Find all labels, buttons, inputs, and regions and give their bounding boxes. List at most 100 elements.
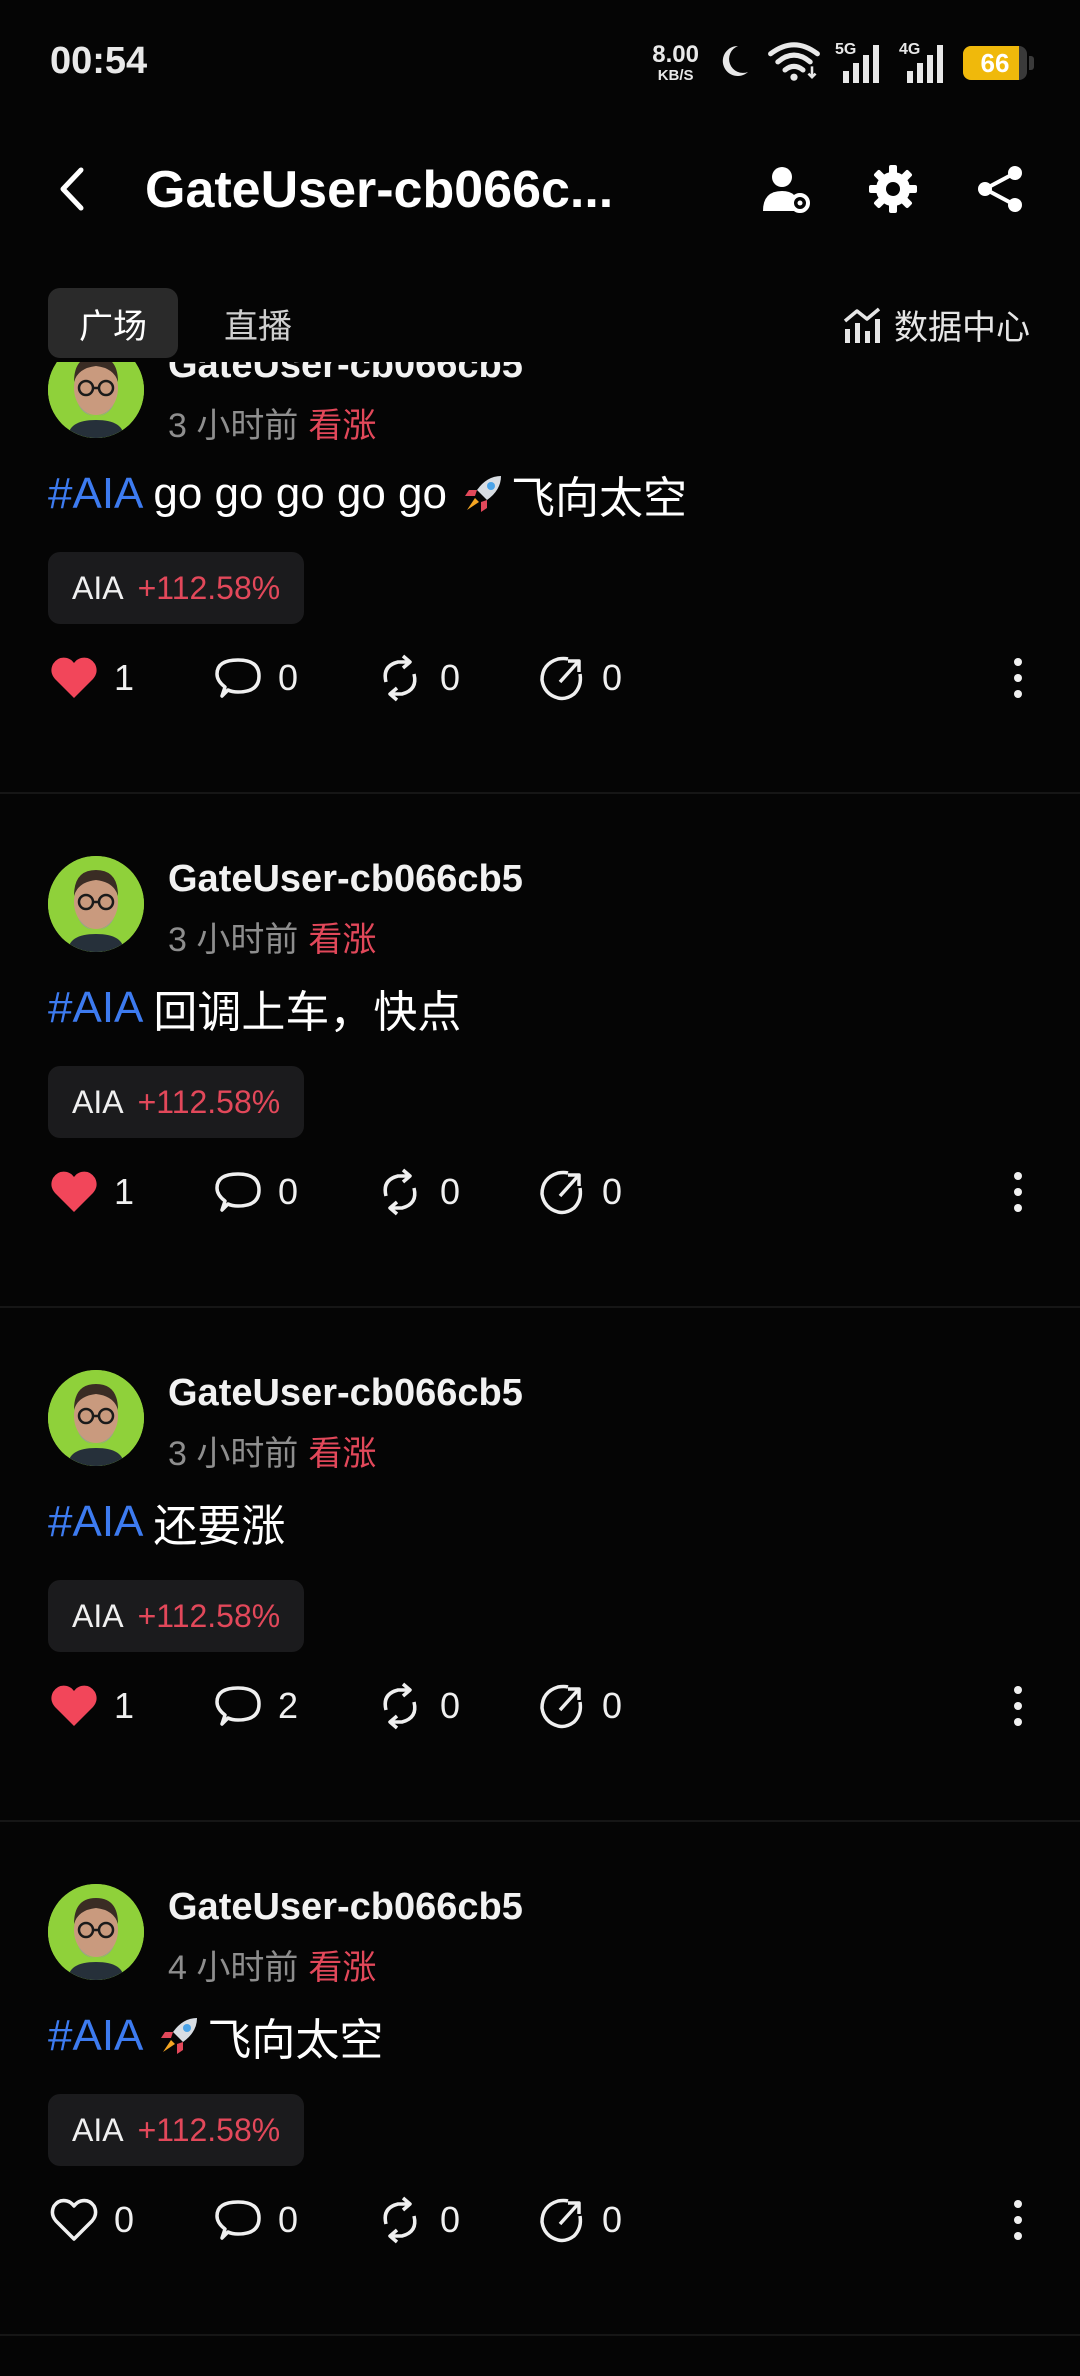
post-username[interactable]: GateUser-cb066cb5 — [168, 858, 523, 901]
repost-button[interactable]: 0 — [374, 2190, 460, 2250]
tab-square[interactable]: 广场 — [48, 288, 178, 358]
wifi-icon — [767, 39, 821, 88]
like-count: 1 — [114, 657, 135, 698]
more-vertical-icon — [1012, 1680, 1024, 1732]
post-time: 3 小时前 — [168, 1435, 299, 1473]
post-text-after: 飞向太空 — [511, 474, 687, 523]
repost-icon — [374, 1680, 426, 1732]
heart-icon — [48, 2194, 100, 2246]
ticker-chip[interactable]: AIA +112.58% — [48, 552, 305, 624]
tab-live[interactable]: 直播 — [218, 288, 298, 358]
comment-button[interactable]: 0 — [212, 1162, 298, 1222]
comment-count: 0 — [278, 1171, 299, 1212]
post-content[interactable]: #AIA 飞向太空 — [48, 2004, 383, 2068]
like-count: 0 — [114, 2199, 135, 2240]
share-post-button[interactable]: 0 — [536, 648, 622, 708]
post-divider — [0, 1820, 1080, 1822]
like-button[interactable]: 1 — [48, 1162, 134, 1222]
post-content[interactable]: #AIA 回调上车，快点 — [48, 976, 471, 1040]
ticker-symbol: AIA — [72, 1083, 124, 1120]
share-post-button[interactable]: 0 — [536, 1676, 622, 1736]
share-post-button[interactable]: 0 — [536, 2190, 622, 2250]
share-count: 0 — [602, 657, 623, 698]
user-settings-button[interactable] — [755, 158, 817, 220]
heart-icon — [48, 1166, 100, 1218]
sentiment-badge: 看涨 — [308, 1949, 377, 1987]
post-username[interactable]: GateUser-cb066cb5 — [168, 1372, 523, 1415]
share-post-button[interactable]: 0 — [536, 1162, 622, 1222]
like-count: 1 — [114, 1171, 135, 1212]
post-username[interactable]: GateUser-cb066cb5 — [168, 1886, 523, 1929]
repost-count: 0 — [440, 657, 461, 698]
ticker-change: +112.58% — [137, 569, 281, 606]
like-button[interactable]: 1 — [48, 1676, 134, 1736]
back-button[interactable] — [46, 162, 98, 216]
signal-4g-icon: 4G — [899, 41, 949, 85]
post-card[interactable]: GateUser-cb066cb5 3 小时前 看涨 #AIA go go go … — [0, 362, 1080, 856]
data-center-button[interactable]: 数据中心 — [842, 300, 1030, 349]
post-meta: 3 小时前 看涨 — [168, 1426, 376, 1475]
repost-count: 0 — [440, 2199, 461, 2240]
like-button[interactable]: 0 — [48, 2190, 134, 2250]
ticker-change: +112.58% — [137, 1597, 281, 1634]
hashtag-link[interactable]: #AIA — [48, 983, 143, 1033]
comment-button[interactable]: 2 — [212, 1676, 298, 1736]
repost-count: 0 — [440, 1171, 461, 1212]
network-speed-unit: KB/S — [657, 67, 694, 84]
repost-button[interactable]: 0 — [374, 648, 460, 708]
post-feed[interactable]: GateUser-cb066cb5 3 小时前 看涨 #AIA go go go … — [0, 362, 1080, 2376]
sentiment-badge: 看涨 — [308, 1435, 377, 1473]
header: GateUser-cb066c... — [0, 126, 1080, 252]
like-count: 1 — [114, 1685, 135, 1726]
repost-icon — [374, 652, 426, 704]
post-content[interactable]: #AIA go go go go go 飞向太空 — [48, 462, 687, 526]
post-divider — [0, 792, 1080, 794]
repost-button[interactable]: 0 — [374, 1676, 460, 1736]
avatar[interactable] — [48, 1370, 144, 1466]
ticker-symbol: AIA — [72, 2111, 124, 2148]
post-card[interactable]: GateUser-cb066cb5 3 小时前 看涨 #AIA 还要涨 AIA +… — [0, 1370, 1080, 1884]
comment-button[interactable]: 0 — [212, 648, 298, 708]
status-icons: 8.00 KB/S 5G 4G 66 — [652, 38, 1034, 88]
more-options-button[interactable] — [998, 1676, 1038, 1736]
post-actions: 1 0 0 0 — [48, 1162, 1038, 1222]
heart-icon — [48, 1680, 100, 1732]
post-actions: 1 0 0 0 — [48, 648, 1038, 708]
ticker-chip[interactable]: AIA +112.58% — [48, 1066, 305, 1138]
hashtag-link[interactable]: #AIA — [48, 469, 143, 519]
ticker-chip[interactable]: AIA +112.58% — [48, 2094, 305, 2166]
more-options-button[interactable] — [998, 2190, 1038, 2250]
share-count: 0 — [602, 1171, 623, 1212]
post-actions: 0 0 0 0 — [48, 2190, 1038, 2250]
more-options-button[interactable] — [998, 1162, 1038, 1222]
post-time: 3 小时前 — [168, 921, 299, 959]
repost-button[interactable]: 0 — [374, 1162, 460, 1222]
post-card[interactable]: GateUser-cb066cb5 3 小时前 看涨 #AIA 回调上车，快点 A… — [0, 856, 1080, 1370]
share-button[interactable] — [970, 158, 1032, 220]
hashtag-link[interactable]: #AIA — [48, 2011, 143, 2061]
sentiment-badge: 看涨 — [308, 407, 377, 445]
battery-level: 66 — [980, 47, 1010, 78]
post-card[interactable]: GateUser-cb066cb5 4 小时前 看涨 #AIA 飞向太空 AIA … — [0, 1884, 1080, 2376]
ticker-chip[interactable]: AIA +112.58% — [48, 1580, 305, 1652]
comment-icon — [212, 1166, 264, 1218]
data-center-label: 数据中心 — [894, 309, 1030, 347]
more-options-button[interactable] — [998, 648, 1038, 708]
hashtag-link[interactable]: #AIA — [48, 1497, 143, 1547]
avatar[interactable] — [48, 362, 144, 438]
like-button[interactable]: 1 — [48, 648, 134, 708]
battery-cap — [1029, 56, 1034, 70]
gear-icon — [869, 165, 917, 213]
avatar[interactable] — [48, 1884, 144, 1980]
repost-icon — [374, 2194, 426, 2246]
post-username[interactable]: GateUser-cb066cb5 — [168, 362, 523, 387]
post-content[interactable]: #AIA 还要涨 — [48, 1490, 295, 1554]
comment-button[interactable]: 0 — [212, 2190, 298, 2250]
post-text-after: 飞向太空 — [207, 2016, 384, 2065]
more-vertical-icon — [1012, 2194, 1024, 2246]
share-arrow-icon — [536, 652, 588, 704]
post-meta: 3 小时前 看涨 — [168, 398, 376, 447]
post-text: go go go go go — [153, 469, 447, 518]
avatar[interactable] — [48, 856, 144, 952]
settings-button[interactable] — [862, 158, 924, 220]
